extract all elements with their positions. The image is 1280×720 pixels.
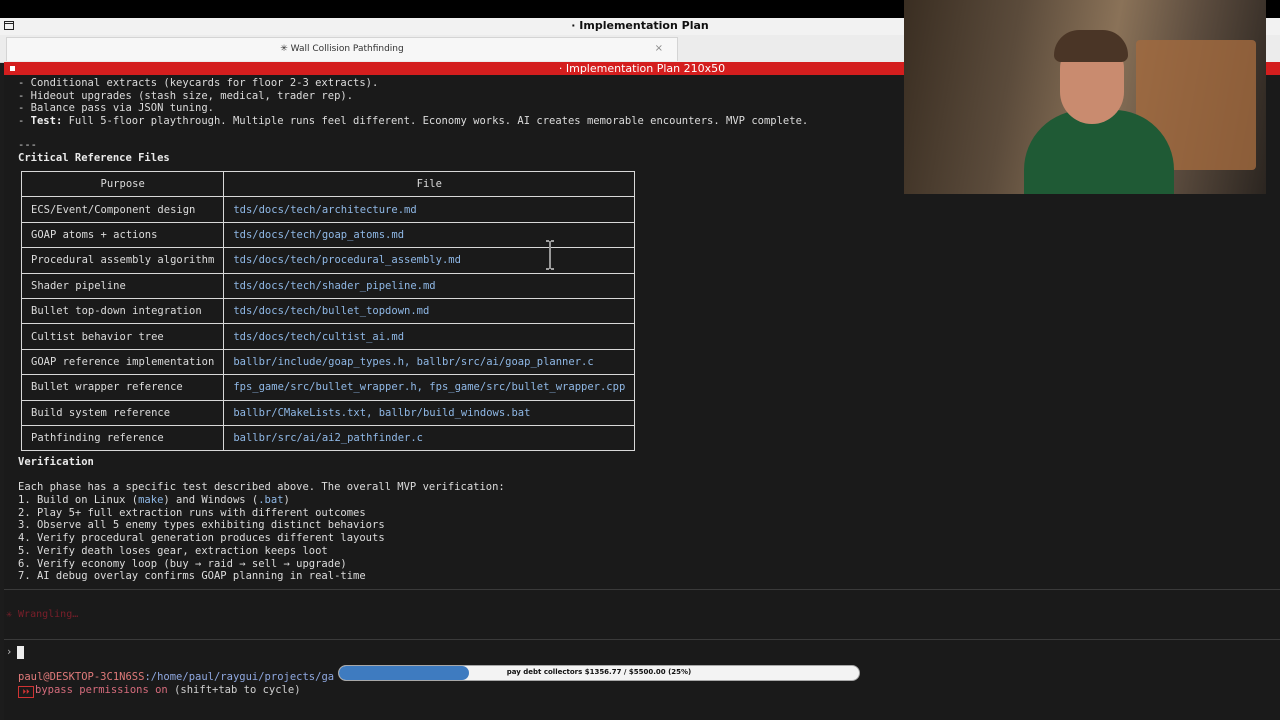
verification-text: 1. Build on Linux ( — [18, 494, 139, 506]
table-row: Shader pipeline tds/docs/tech/shader_pipe… — [20, 272, 636, 299]
current-path: :/home/paul/raygui/projects/ga — [144, 671, 335, 683]
webcam-person-hair — [1054, 30, 1128, 62]
file-cell[interactable]: tds/docs/tech/procedural_assembly.md — [223, 247, 636, 274]
test-text: Full 5-floor playthrough. Multiple runs … — [62, 115, 809, 127]
verification-step: 2. Play 5+ full extraction runs with dif… — [18, 506, 366, 519]
permissions-text: bypass permissions on — [35, 684, 168, 696]
file-cell[interactable]: ballbr/include/goap_types.h, ballbr/src/… — [223, 348, 636, 376]
verification-step: 5. Verify death loses gear, extraction k… — [18, 544, 328, 557]
divider — [4, 589, 1280, 590]
purpose-cell: Build system reference — [20, 399, 225, 426]
purpose-cell: Procedural assembly algorithm — [20, 247, 225, 274]
reference-table: Purpose File ECS/Event/Component design t… — [20, 170, 636, 452]
table-row: GOAP atoms + actions tds/docs/tech/goap_a… — [20, 221, 636, 249]
separator: --- — [18, 139, 37, 151]
verification-text: ) — [283, 494, 290, 506]
verification-step: 3. Observe all 5 enemy types exhibiting … — [18, 519, 385, 532]
tab-wall-collision-pathfinding[interactable]: ✳ Wall Collision Pathfinding × — [6, 37, 678, 61]
table-row: Build system reference ballbr/CMakeLists.… — [20, 399, 636, 426]
text-line: - Balance pass via JSON tuning. — [18, 102, 214, 115]
progress-label: pay debt collectors $1356.77 / $5500.00 … — [506, 668, 692, 676]
purpose-cell: ECS/Event/Component design — [20, 196, 225, 223]
purpose-cell: Cultist behavior tree — [20, 323, 225, 350]
purpose-cell: Shader pipeline — [20, 272, 225, 299]
status-wrangling: ✳ Wrangling… — [6, 609, 79, 620]
file-cell[interactable]: tds/docs/tech/cultist_ai.md — [223, 323, 636, 350]
table-row: Cultist behavior tree tds/docs/tech/culti… — [20, 323, 636, 350]
text-line: - Hideout upgrades (stash size, medical,… — [18, 89, 354, 102]
inline-code: make — [138, 494, 164, 506]
inline-code: .bat — [258, 494, 284, 506]
user-host: paul@DESKTOP-3C1N6SS — [18, 671, 145, 683]
text-cursor-icon — [546, 240, 554, 270]
divider — [4, 639, 1280, 640]
test-prefix: - — [18, 115, 31, 127]
file-cell[interactable]: ballbr/CMakeLists.txt, ballbr/build_wind… — [223, 399, 636, 426]
file-cell[interactable]: tds/docs/tech/shader_pipeline.md — [223, 272, 636, 299]
shell-status-line: paul@DESKTOP-3C1N6SS:/home/paul/raygui/p… — [18, 671, 334, 683]
file-cell[interactable]: tds/docs/tech/architecture.md — [223, 196, 636, 223]
table-row: Pathfinding reference ballbr/src/ai/ai2_p… — [20, 424, 636, 452]
webcam-overlay — [904, 0, 1266, 194]
text-line: - Conditional extracts (keycards for flo… — [18, 77, 379, 89]
close-icon[interactable]: × — [655, 43, 663, 54]
permissions-line: ⏵⏵ bypass permissions on (shift+tab to cy… — [18, 684, 301, 698]
tab-label: ✳ Wall Collision Pathfinding — [280, 44, 404, 54]
purpose-cell: GOAP atoms + actions — [20, 221, 225, 249]
file-cell[interactable]: tds/docs/tech/goap_atoms.md — [223, 221, 636, 249]
prompt-symbol: › — [6, 646, 13, 658]
file-cell[interactable]: ballbr/src/ai/ai2_pathfinder.c — [223, 424, 636, 452]
table-row: Procedural assembly algorithm tds/docs/te… — [20, 247, 636, 274]
verification-step: 6. Verify economy loop (buy → raid → sel… — [18, 557, 347, 570]
test-line: - Test: Full 5-floor playthrough. Multip… — [18, 115, 808, 127]
verification-step: 1. Build on Linux (make) and Windows (.b… — [18, 494, 290, 506]
test-label: Test: — [30, 115, 63, 127]
debt-progress-bar: pay debt collectors $1356.77 / $5500.00 … — [338, 665, 860, 681]
purpose-cell: Pathfinding reference — [20, 424, 225, 452]
verification-intro: Each phase has a specific test described… — [18, 481, 505, 493]
table-row: ECS/Event/Component design tds/docs/tech/… — [20, 196, 636, 223]
column-header-purpose: Purpose — [20, 170, 225, 198]
table-header-row: Purpose File — [20, 170, 636, 198]
table-row: GOAP reference implementation ballbr/incl… — [20, 348, 636, 376]
verification-text: ) and Windows ( — [163, 494, 259, 506]
critical-heading: Critical Reference Files — [18, 152, 170, 164]
verification-step: 4. Verify procedural generation produces… — [18, 532, 385, 545]
purpose-cell: GOAP reference implementation — [20, 348, 225, 376]
verification-step: 7. AI debug overlay confirms GOAP planni… — [18, 570, 366, 583]
purpose-cell: Bullet top-down integration — [20, 297, 225, 325]
verification-heading: Verification — [18, 456, 94, 468]
input-cursor[interactable] — [17, 646, 24, 659]
file-cell[interactable]: tds/docs/tech/bullet_topdown.md — [223, 297, 636, 325]
purpose-cell: Bullet wrapper reference — [20, 374, 225, 401]
table-row: Bullet wrapper reference fps_game/src/bul… — [20, 374, 636, 401]
file-cell[interactable]: fps_game/src/bullet_wrapper.h, fps_game/… — [223, 374, 636, 401]
permissions-icon: ⏵⏵ — [18, 686, 34, 698]
column-header-file: File — [223, 170, 636, 198]
table-row: Bullet top-down integration tds/docs/tech… — [20, 297, 636, 325]
permissions-hint: (shift+tab to cycle) — [167, 684, 301, 696]
